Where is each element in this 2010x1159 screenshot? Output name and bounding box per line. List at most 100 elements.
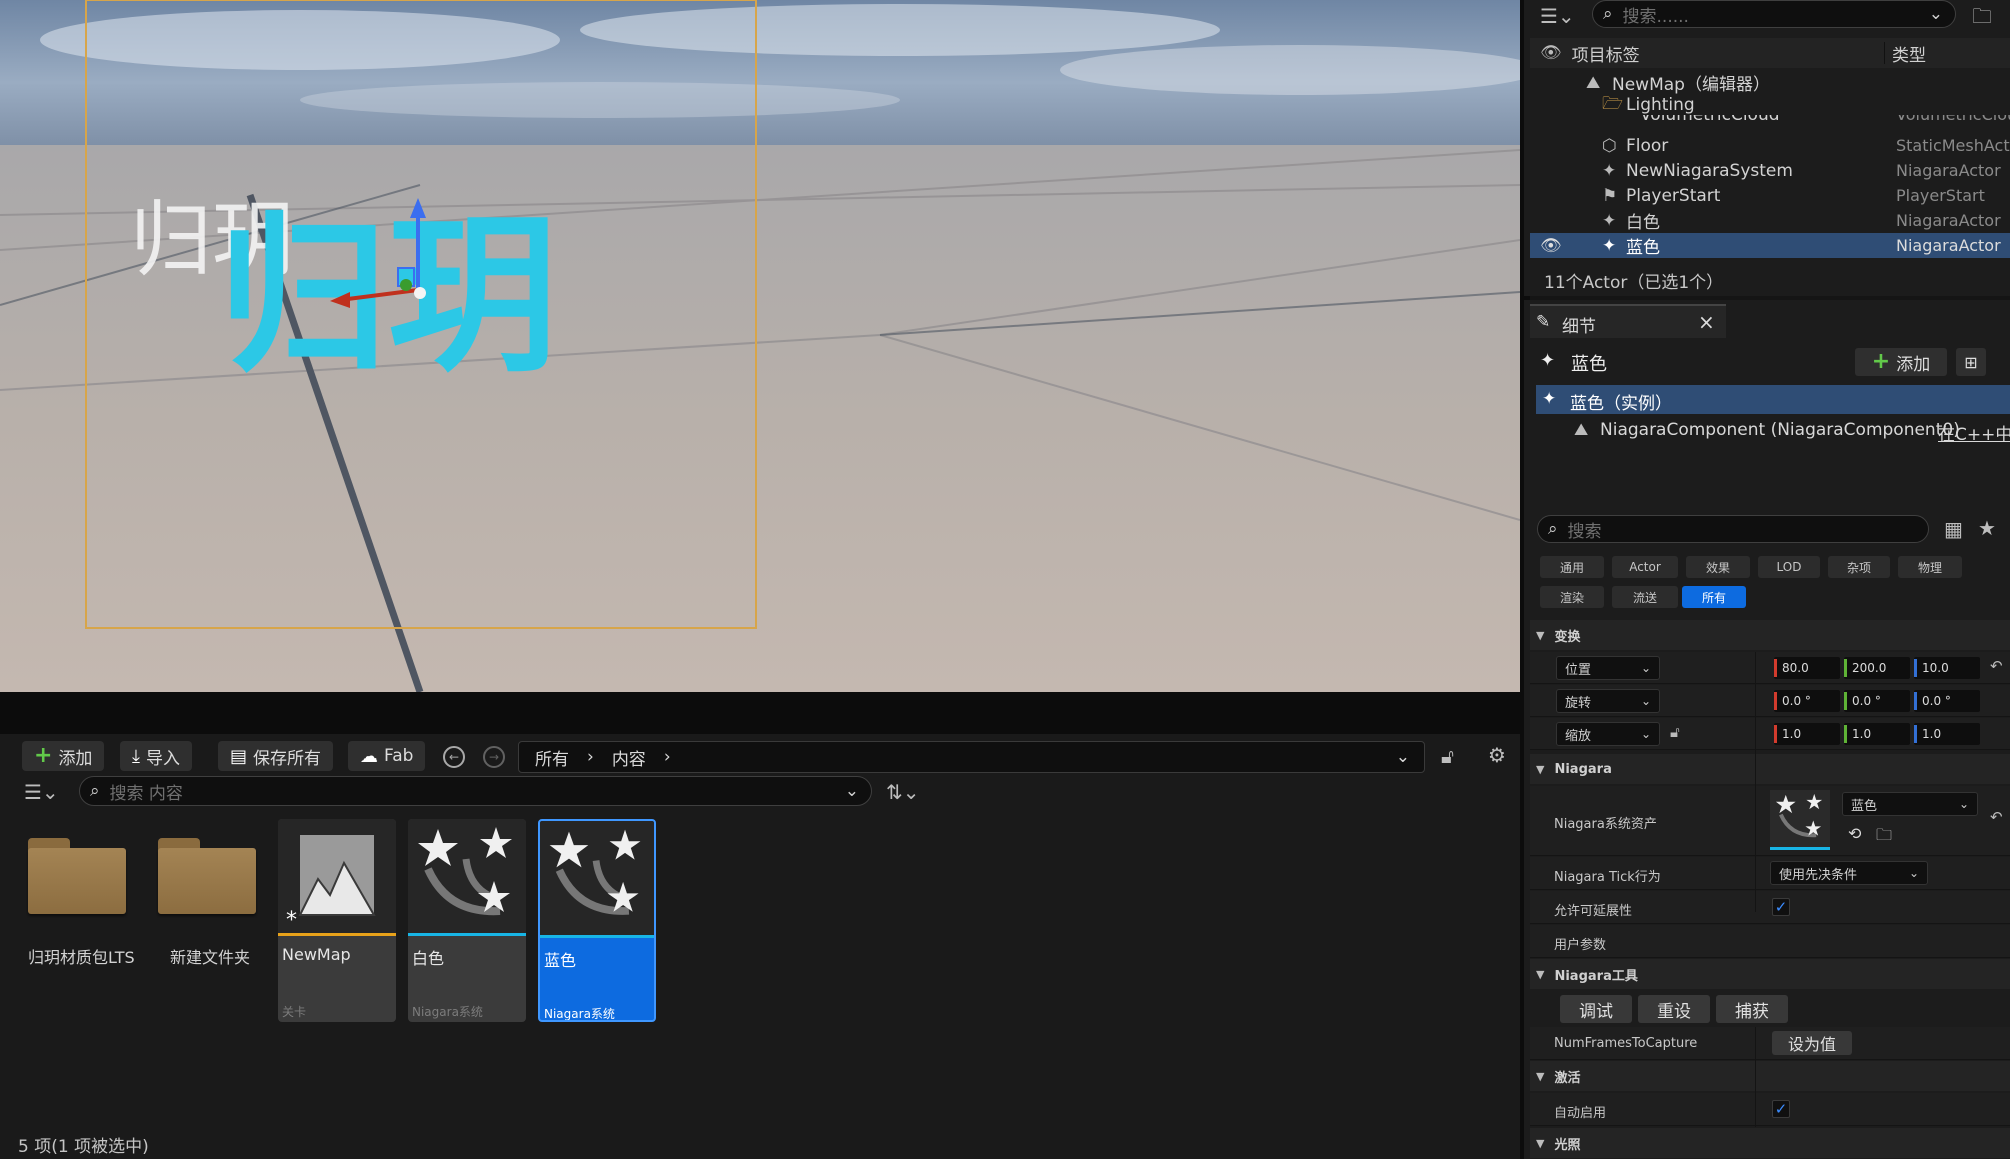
tick-behavior-dropdown[interactable]: 使用先决条件 ⌄ <box>1770 861 1928 885</box>
reset-button[interactable]: 重设 <box>1638 995 1710 1023</box>
niagara-asset-thumbnail[interactable] <box>1770 790 1830 850</box>
chevron-down-icon[interactable]: ⌄ <box>1929 4 1943 24</box>
reset-icon[interactable]: ↶ <box>1990 808 2003 826</box>
filter-rendering[interactable]: 渲染 <box>1540 586 1604 608</box>
chevron-down-icon[interactable]: ⌄ <box>1396 747 1410 767</box>
scale-x-field[interactable]: 1.0 <box>1774 723 1840 745</box>
rotation-dropdown[interactable]: 旋转 ⌄ <box>1556 689 1660 713</box>
breadcrumb-content[interactable]: 内容 <box>612 745 646 770</box>
outliner-row-floor[interactable]: ⬡ Floor StaticMeshActor <box>1530 133 2010 158</box>
browse-icon[interactable]: 🗀︎ <box>1876 824 1892 851</box>
import-icon: ⤓ <box>132 745 140 767</box>
niagara-icon: ✦ <box>1542 389 1557 409</box>
filter-lod[interactable]: LOD <box>1758 556 1820 578</box>
lock-icon[interactable]: 🔓︎ <box>1670 723 1680 741</box>
section-niagara-tools[interactable]: ▼ Niagara工具 <box>1530 959 2010 989</box>
auto-activate-checkbox[interactable]: ✓ <box>1772 1100 1790 1118</box>
save-all-button-label: 保存所有 <box>253 748 322 769</box>
outliner-row-newmap[interactable]: ⛰︎ NewMap（编辑器） <box>1530 70 2010 96</box>
filter-icon[interactable]: ☰⌄ <box>24 780 59 804</box>
folder-label[interactable]: 新建文件夹 <box>170 944 250 968</box>
folder-label[interactable]: 归玥材质包LTS <box>28 944 135 968</box>
reset-icon[interactable]: ↶ <box>1990 657 2003 675</box>
outliner-row-blue[interactable]: 👁︎ ✦ 蓝色 NiagaraActor <box>1530 233 2010 258</box>
scalability-checkbox[interactable]: ✓ <box>1772 898 1790 916</box>
back-icon[interactable]: ← <box>443 746 465 768</box>
rotation-z-field[interactable]: 0.0 ° <box>1914 690 1980 712</box>
column-type[interactable]: 类型 <box>1892 41 1926 66</box>
section-transform[interactable]: ▼ 变换 <box>1530 620 2010 650</box>
filter-streaming[interactable]: 流送 <box>1612 586 1678 608</box>
breadcrumb-all[interactable]: 所有 <box>535 745 569 770</box>
property-column-splitter[interactable] <box>1755 652 1756 912</box>
eye-icon[interactable]: 👁︎ <box>1540 236 1562 256</box>
outliner-row-playerstart[interactable]: ⚑ PlayerStart PlayerStart <box>1530 183 2010 208</box>
property-column-splitter[interactable] <box>1755 1027 1756 1127</box>
capture-button[interactable]: 捕获 <box>1716 995 1788 1023</box>
user-params-label[interactable]: 用户参数 <box>1554 934 1606 953</box>
blueprint-icon[interactable]: ⊞ <box>1956 348 1986 376</box>
chevron-down-icon[interactable]: ⌄ <box>845 781 859 801</box>
outliner-row-lighting[interactable]: 🗁︎ Lighting <box>1530 95 2010 115</box>
asset-card-white[interactable]: 白色 Niagara系统 <box>408 819 526 1022</box>
edit-in-cpp-link[interactable]: 在C++中编辑 <box>1938 420 2010 444</box>
details-add-button[interactable]: + 添加 <box>1855 348 1947 376</box>
filter-effects[interactable]: 效果 <box>1686 556 1750 578</box>
details-tab[interactable]: ✎ 细节 × <box>1530 304 1726 338</box>
filter-all[interactable]: 所有 <box>1682 586 1746 608</box>
niagara-asset-dropdown[interactable]: 蓝色 ⌄ <box>1842 792 1978 816</box>
section-activation[interactable]: ▼ 激活 <box>1530 1061 2010 1091</box>
location-dropdown[interactable]: 位置 ⌄ <box>1556 656 1660 680</box>
grid-view-icon[interactable]: ▦ <box>1944 517 1963 541</box>
component-row[interactable]: ⛰︎ NiagaraComponent (NiagaraComponent0) … <box>1536 416 2010 444</box>
asset-card-blue[interactable]: 蓝色 Niagara系统 <box>538 819 656 1022</box>
scale-y-field[interactable]: 1.0 <box>1844 723 1910 745</box>
fab-button[interactable]: ☁ Fab <box>348 741 426 771</box>
star-icon[interactable]: ★ <box>1978 516 1996 540</box>
eye-icon[interactable]: 👁︎ <box>1540 43 1562 63</box>
scale-z-field[interactable]: 1.0 <box>1914 723 1980 745</box>
save-all-button[interactable]: ▤ 保存所有 <box>218 741 334 771</box>
gear-icon[interactable]: ⚙ <box>1488 743 1506 767</box>
content-search-input[interactable]: ⌕ 搜索 内容 ⌄ <box>79 776 872 806</box>
niagara-thumbnail <box>540 821 654 935</box>
outliner-row-newniagarasystem[interactable]: ✦ NewNiagaraSystem NiagaraActor <box>1530 158 2010 183</box>
add-button[interactable]: + 添加 <box>22 741 105 771</box>
level-viewport[interactable]: 归玥 归玥 <box>0 0 1520 692</box>
section-lighting[interactable]: ▼ 光照 <box>1530 1128 2010 1158</box>
filter-misc[interactable]: 杂项 <box>1828 556 1890 578</box>
outliner-search-input[interactable]: ⌕ 搜索...... ⌄ <box>1592 0 1956 28</box>
filter-general[interactable]: 通用 <box>1540 556 1604 578</box>
section-title: 光照 <box>1554 1137 1581 1153</box>
location-z-field[interactable]: 10.0 <box>1914 657 1980 679</box>
folder-icon: 🗁︎ <box>1602 95 1624 114</box>
filter-icon[interactable]: ☰⌄ <box>1540 4 1575 28</box>
close-icon[interactable]: × <box>1698 310 1715 334</box>
rotation-y-field[interactable]: 0.0 ° <box>1844 690 1910 712</box>
tick-behavior-value: 使用先决条件 <box>1779 867 1858 883</box>
outliner-row-white[interactable]: ✦ 白色 NiagaraActor <box>1530 208 2010 234</box>
folder-icon[interactable] <box>158 838 256 914</box>
rotation-x-field[interactable]: 0.0 ° <box>1774 690 1840 712</box>
debug-button[interactable]: 调试 <box>1560 995 1632 1023</box>
column-label[interactable]: 项目标签 <box>1572 41 1640 66</box>
sort-icon[interactable]: ⇅⌄ <box>886 780 920 804</box>
import-button[interactable]: ⤓ 导入 <box>120 741 192 771</box>
location-y-field[interactable]: 200.0 <box>1844 657 1910 679</box>
set-value-button[interactable]: 设为值 <box>1772 1031 1852 1055</box>
filter-physics[interactable]: 物理 <box>1898 556 1962 578</box>
folder-icon[interactable] <box>28 838 126 914</box>
component-instance-row[interactable]: ✦ 蓝色（实例） <box>1536 385 2010 414</box>
asset-card-newmap[interactable]: * NewMap 关卡 <box>278 819 396 1022</box>
section-niagara[interactable]: ▼ Niagara <box>1530 754 2010 784</box>
location-x-field[interactable]: 80.0 <box>1774 657 1840 679</box>
lock-icon[interactable]: 🔓︎ <box>1441 744 1454 768</box>
forward-icon[interactable]: → <box>483 746 505 768</box>
breadcrumb[interactable]: 所有 › 内容 › ⌄ <box>518 741 1425 773</box>
use-selected-icon[interactable]: ⟲ <box>1848 824 1861 843</box>
add-folder-icon[interactable]: 🗀︎ <box>1972 2 1992 36</box>
scale-dropdown[interactable]: 缩放 ⌄ <box>1556 722 1660 746</box>
outliner-row-volumetriccloud[interactable]: VolumetricCloud VolumetricCloud <box>1530 115 2010 127</box>
filter-actor[interactable]: Actor <box>1612 556 1678 578</box>
details-search-input[interactable]: ⌕ 搜索 <box>1537 515 1929 543</box>
